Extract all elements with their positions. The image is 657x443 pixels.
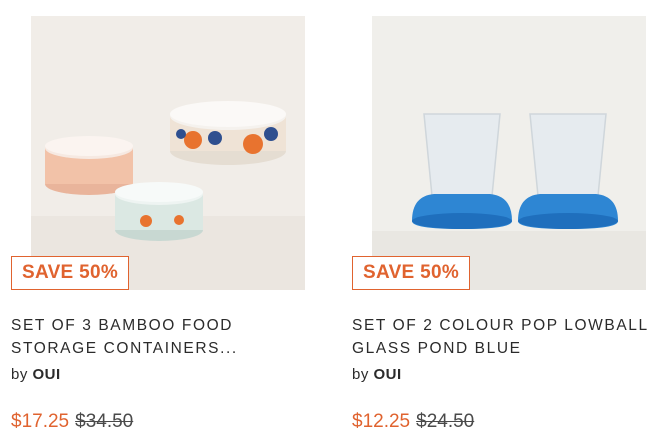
by-label: by <box>352 366 369 383</box>
original-price: $34.50 <box>75 411 134 432</box>
original-price: $24.50 <box>416 411 475 432</box>
brand-link[interactable]: OUI <box>33 366 61 383</box>
product-brand: by OUI <box>11 366 61 383</box>
sale-price: $12.25 <box>352 411 411 432</box>
product-title-line[interactable]: SET OF 3 BAMBOO FOOD <box>11 314 311 337</box>
product-title-line[interactable]: STORAGE CONTAINERS... <box>11 337 311 360</box>
product-title-line[interactable]: SET OF 2 COLOUR POP LOWBALL <box>352 314 652 337</box>
product-image-lowball-glasses[interactable] <box>372 16 646 290</box>
product-price: $12.25 $24.50 <box>352 411 474 433</box>
product-card[interactable]: SAVE 50% SET OF 2 COLOUR POP LOWBALL GLA… <box>352 0 652 443</box>
product-title[interactable]: SET OF 3 BAMBOO FOOD STORAGE CONTAINERS.… <box>11 314 311 360</box>
save-badge: SAVE 50% <box>352 256 471 290</box>
product-title-line[interactable]: GLASS POND BLUE <box>352 337 652 360</box>
product-card[interactable]: SAVE 50% SET OF 3 BAMBOO FOOD STORAGE CO… <box>11 0 311 443</box>
sale-price: $17.25 <box>11 411 70 432</box>
by-label: by <box>11 366 28 383</box>
product-title[interactable]: SET OF 2 COLOUR POP LOWBALL GLASS POND B… <box>352 314 652 360</box>
brand-link[interactable]: OUI <box>374 366 402 383</box>
product-image-food-containers[interactable] <box>31 16 305 290</box>
save-badge: SAVE 50% <box>11 256 130 290</box>
product-brand: by OUI <box>352 366 402 383</box>
product-price: $17.25 $34.50 <box>11 411 133 433</box>
